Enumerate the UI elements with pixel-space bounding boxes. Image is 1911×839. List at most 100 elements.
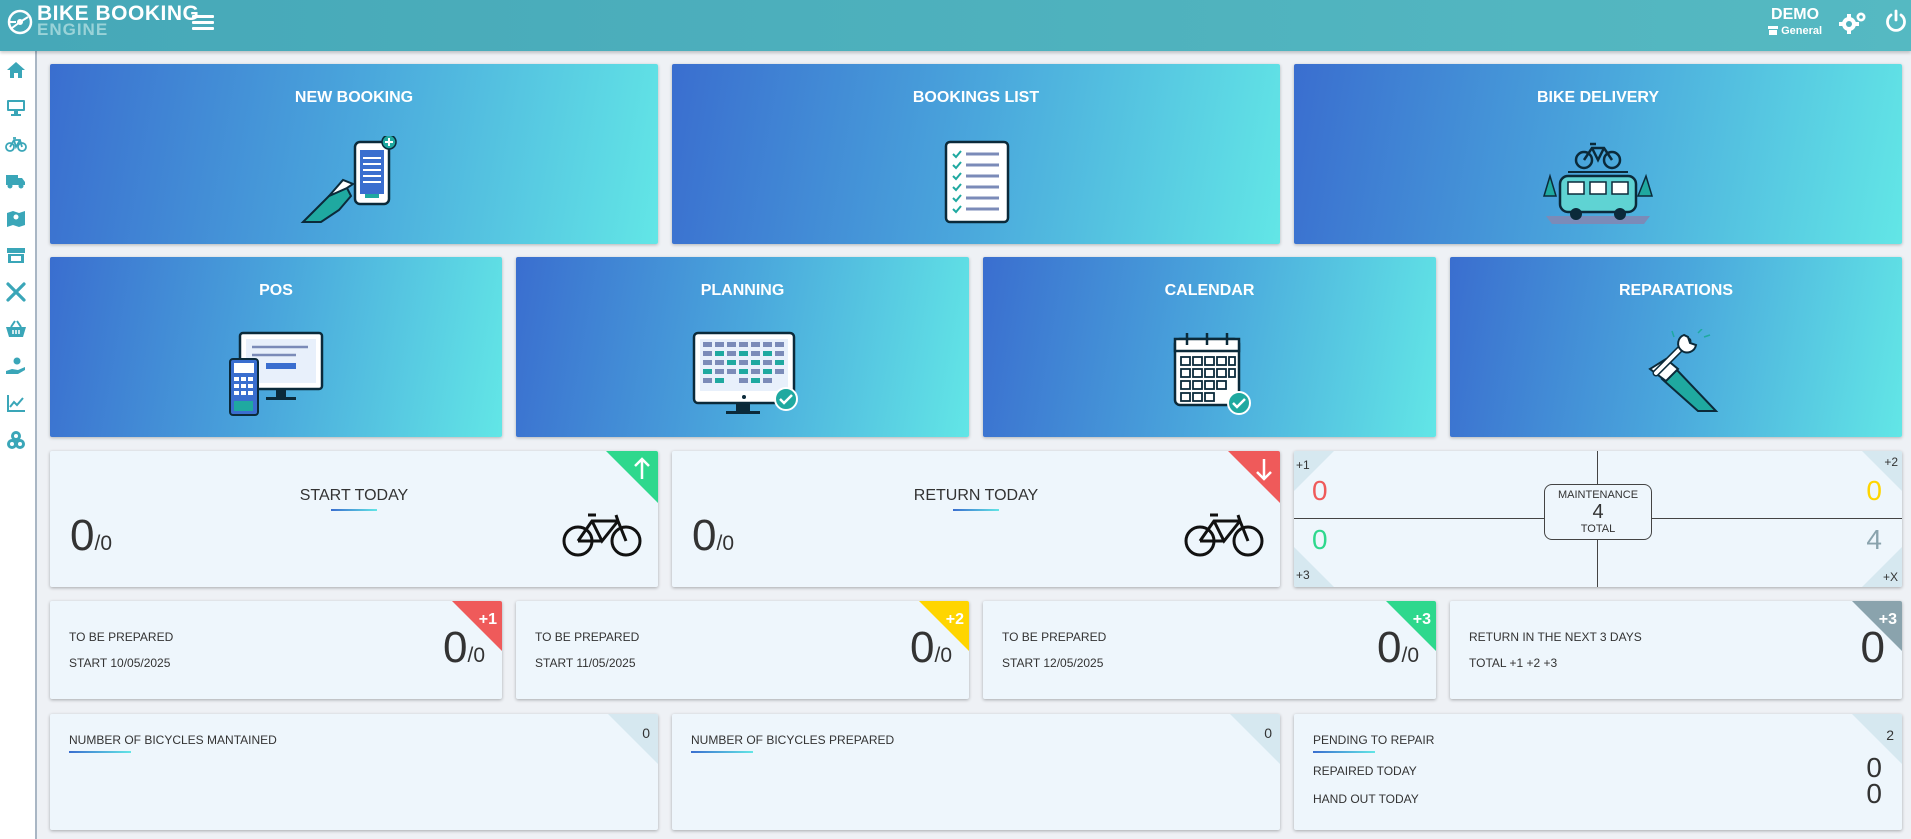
- prepare-label: TO BE PREPARED: [1002, 630, 1107, 644]
- pending-repair-card[interactable]: 2 PENDING TO REPAIR REPAIRED TODAY HAND …: [1294, 714, 1902, 830]
- checklist-icon: [944, 140, 1010, 224]
- repaired-today-label: REPAIRED TODAY: [1313, 764, 1417, 778]
- bicycles-prepared-card[interactable]: 0 NUMBER OF BICYCLES PREPARED: [672, 714, 1280, 830]
- basket-icon: [6, 320, 26, 337]
- shop-name: General: [1781, 25, 1823, 37]
- tile-title: CALENDAR: [1164, 282, 1255, 299]
- start-today-value: 0: [70, 511, 95, 560]
- tile-title: BOOKINGS LIST: [912, 89, 1040, 106]
- repair-label: PENDING TO REPAIR: [1313, 733, 1435, 747]
- prepare-value: 0: [1377, 623, 1402, 672]
- maintenance-total-label: TOTAL: [1580, 523, 1616, 535]
- tile-new-booking[interactable]: NEW BOOKING: [50, 64, 658, 244]
- tile-planning[interactable]: PLANNING: [516, 257, 969, 437]
- bicycle-icon: [1184, 513, 1264, 557]
- maintenance-center-box: MAINTENANCE 4 TOTAL: [1544, 484, 1652, 540]
- tile-bookings-list[interactable]: BOOKINGS LIST: [672, 64, 1280, 244]
- sidebar-item-map[interactable]: [3, 206, 29, 230]
- sidebar-item-delivery[interactable]: [3, 169, 29, 193]
- tile-title: PLANNING: [700, 282, 785, 299]
- sidebar-item-monitor[interactable]: [3, 95, 29, 119]
- wrench-hand-icon: [1648, 329, 1719, 412]
- return-next-days-card[interactable]: +3 RETURN IN THE NEXT 3 DAYS TOTAL +1 +2…: [1450, 601, 1902, 699]
- sidebar-item-stock[interactable]: [3, 428, 29, 452]
- tile-title: POS: [259, 282, 293, 299]
- tools-icon: [6, 282, 26, 302]
- bicycle-icon: [5, 137, 27, 152]
- prepared-label: NUMBER OF BICYCLES PREPARED: [691, 733, 895, 747]
- prepare-date: START 12/05/2025: [1002, 656, 1104, 670]
- prepare-value: 0: [443, 623, 468, 672]
- return-next-label: RETURN IN THE NEXT 3 DAYS: [1469, 630, 1642, 644]
- shop-selector[interactable]: General: [1768, 25, 1822, 37]
- start-today-title: START TODAY: [299, 487, 409, 504]
- boxes-icon: [7, 431, 25, 449]
- sidebar-item-tools[interactable]: [3, 280, 29, 304]
- chart-line-icon: [7, 395, 25, 412]
- return-next-value: 0: [1860, 623, 1885, 672]
- repair-count: 2: [1886, 727, 1894, 743]
- maintenance-badge-bl: +3: [1296, 568, 1310, 582]
- return-today-value: 0: [692, 511, 717, 560]
- bicycles-maintained-card[interactable]: 0 NUMBER OF BICYCLES MANTAINED: [50, 714, 658, 830]
- phone-booking-icon: [300, 136, 397, 223]
- maintenance-value-bl: 0: [1312, 524, 1328, 555]
- user-name: DEMO: [1771, 6, 1820, 23]
- sidebar-item-basket[interactable]: [3, 317, 29, 341]
- maintenance-badge-tr: +2: [1884, 455, 1898, 469]
- maintenance-badge-tl: +1: [1296, 458, 1310, 472]
- pos-terminal-icon: [229, 331, 324, 416]
- prepare-card-3[interactable]: +3 TO BE PREPARED START 12/05/2025 0/0: [983, 601, 1436, 699]
- prepare-total: /0: [1401, 644, 1419, 667]
- start-today-total: /0: [94, 532, 112, 555]
- tile-reparations[interactable]: REPARATIONS: [1450, 257, 1902, 437]
- truck-icon: [6, 175, 25, 189]
- maintenance-card[interactable]: +1 +2 +3 +X 0 0 0 4 MAINTENANCE 4 TOTAL: [1294, 451, 1902, 587]
- return-today-total: /0: [716, 532, 734, 555]
- start-today-card[interactable]: START TODAY 0/0: [50, 451, 658, 587]
- prepare-card-2[interactable]: +2 TO BE PREPARED START 11/05/2025 0/0: [516, 601, 969, 699]
- tile-bike-delivery[interactable]: BIKE DELIVERY: [1294, 64, 1902, 244]
- maintenance-badge-br: +X: [1882, 570, 1898, 584]
- settings-gears-icon[interactable]: [1838, 9, 1868, 35]
- prepared-count: 0: [1264, 725, 1272, 741]
- sidebar: [0, 51, 37, 839]
- user-menu[interactable]: DEMO General: [1768, 6, 1822, 37]
- calendar-icon: [1173, 333, 1251, 415]
- planning-monitor-icon: [692, 331, 798, 414]
- maintenance-value-tr: 0: [1866, 475, 1882, 506]
- sidebar-item-payments[interactable]: [3, 354, 29, 378]
- handout-today-label: HAND OUT TODAY: [1313, 792, 1419, 806]
- prepare-total: /0: [467, 644, 485, 667]
- power-icon[interactable]: [1884, 9, 1908, 33]
- prepare-card-1[interactable]: +1 TO BE PREPARED START 10/05/2025 0/0: [50, 601, 502, 699]
- van-with-bike-icon: [1542, 142, 1654, 224]
- tile-title: NEW BOOKING: [294, 89, 414, 106]
- prepare-total: /0: [934, 644, 952, 667]
- return-today-card[interactable]: RETURN TODAY 0/0: [672, 451, 1280, 587]
- hand-coin-icon: [6, 357, 25, 374]
- bike-logo-icon: [7, 9, 33, 35]
- sidebar-item-stats[interactable]: [3, 391, 29, 415]
- arrow-down-icon: [1256, 459, 1272, 481]
- handout-today-value: 0: [1866, 778, 1882, 809]
- sidebar-item-bicycles[interactable]: [3, 132, 29, 156]
- store-icon: [7, 248, 25, 263]
- sidebar-item-home[interactable]: [3, 58, 29, 82]
- home-icon: [7, 62, 25, 78]
- tile-pos[interactable]: POS: [50, 257, 502, 437]
- maintained-count: 0: [642, 725, 650, 741]
- maintenance-total: 4: [1592, 501, 1604, 523]
- maintenance-value-br: 4: [1866, 524, 1882, 555]
- prepare-label: TO BE PREPARED: [535, 630, 640, 644]
- monitor-icon: [7, 100, 25, 116]
- sidebar-item-store[interactable]: [3, 243, 29, 267]
- tile-title: REPARATIONS: [1618, 282, 1734, 299]
- menu-toggle-button[interactable]: [192, 12, 214, 32]
- maintenance-value-tl: 0: [1312, 475, 1328, 506]
- app-logo[interactable]: BIKE BOOKING ENGINE: [6, 3, 199, 38]
- tile-calendar[interactable]: CALENDAR: [983, 257, 1436, 437]
- prepare-value: 0: [910, 623, 935, 672]
- maintained-label: NUMBER OF BICYCLES MANTAINED: [69, 733, 277, 747]
- return-next-sub: TOTAL +1 +2 +3: [1469, 656, 1558, 670]
